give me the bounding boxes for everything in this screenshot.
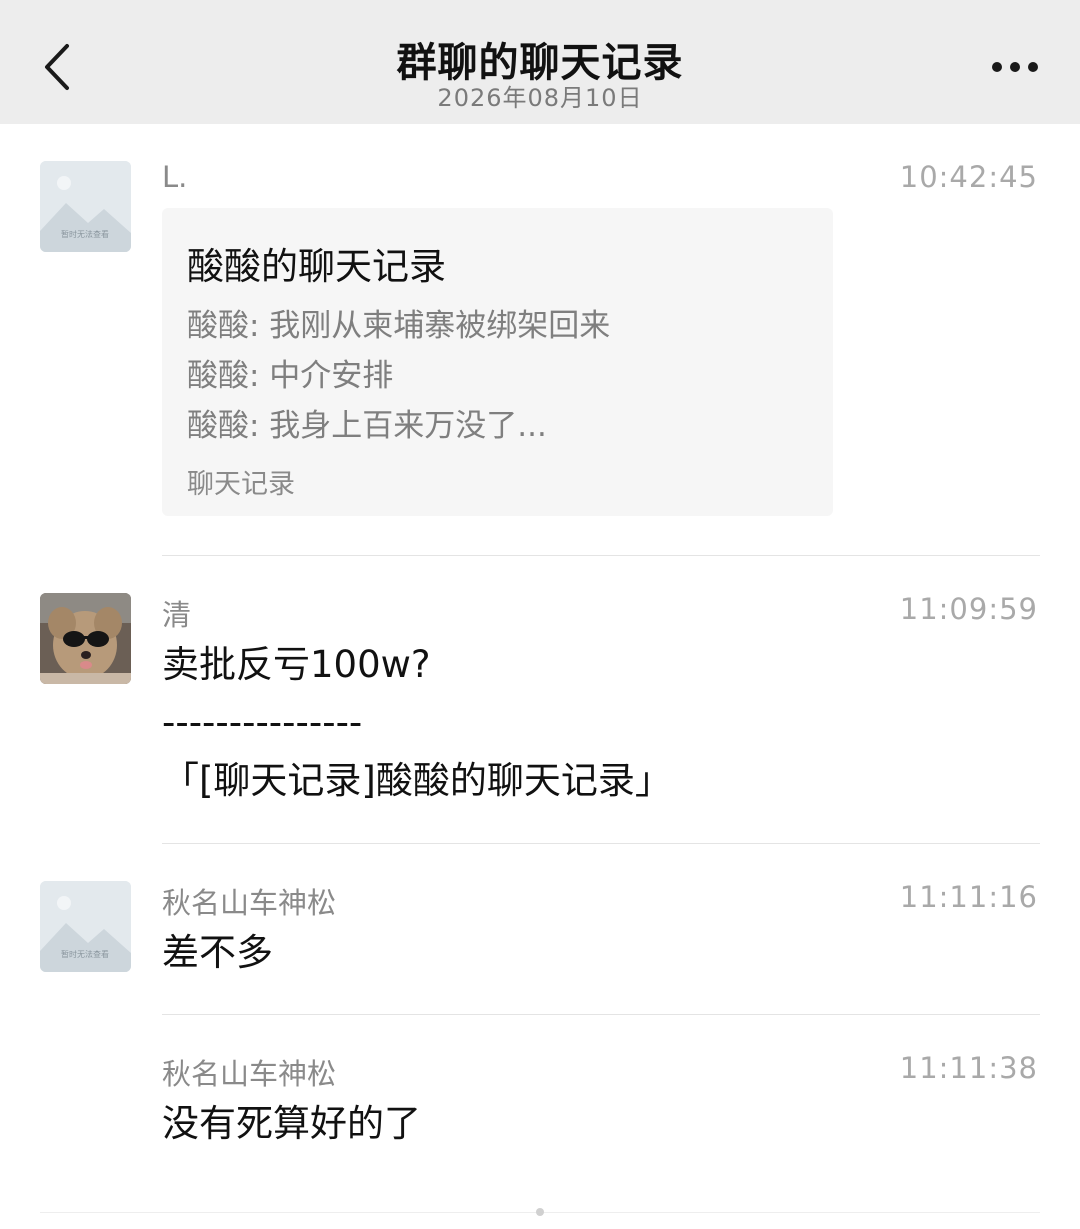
chat-history-page: 群聊的聊天记录 2026年08月10日 暂时无法查看 L. 10:42:45 酸… [0,0,1080,1229]
message-time: 11:11:38 [899,1051,1038,1085]
chat-message: 秋名山车神松 11:11:38 没有死算好的了 [0,0,1080,1180]
scroll-indicator [536,1208,544,1216]
message-text: 没有死算好的了 [162,1102,421,1145]
sender-name: 秋名山车神松 [162,1057,337,1091]
